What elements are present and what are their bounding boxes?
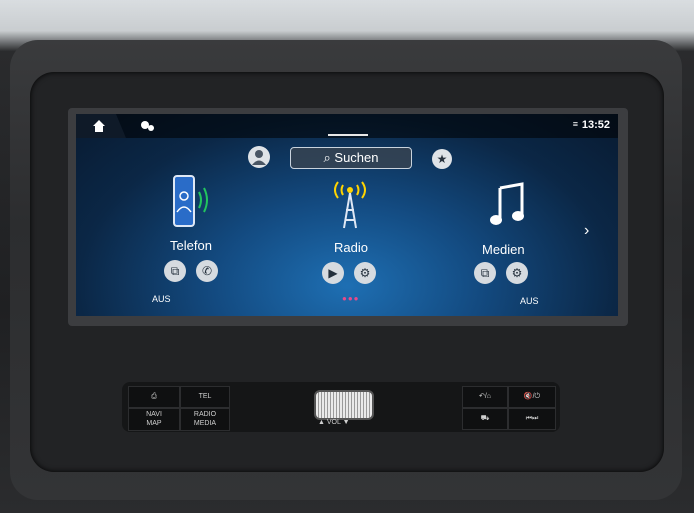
radio-media-button[interactable]: RADIO MEDIA — [180, 408, 230, 431]
gear-icon: ⚙ — [359, 266, 371, 280]
navi-map-button[interactable]: NAVI MAP — [128, 408, 180, 431]
volume-label: ▲ VOL ▼ — [318, 419, 350, 426]
signal-icon: ≡ — [572, 119, 578, 129]
favorites-button[interactable]: ★ — [432, 149, 452, 169]
notification-icon[interactable] — [140, 119, 156, 133]
vol-up-mark: ▼ — [342, 419, 350, 426]
search-icon: ⌕ — [323, 150, 331, 165]
camera-button[interactable]: ⎙ — [128, 386, 180, 408]
tel-button[interactable]: TEL — [180, 386, 230, 408]
vehicle-button[interactable]: ⛟ — [462, 408, 508, 430]
mute-power-icon: 🔇/⏻ — [523, 393, 541, 400]
radio-settings-button[interactable]: ⚙ — [354, 262, 376, 284]
page-indicator: ●●● — [342, 294, 360, 303]
car-icon: ⛟ — [480, 415, 490, 422]
call-icon: ✆ — [201, 264, 213, 278]
medien-status: AUS — [520, 296, 539, 306]
skip-icon: ⏮⏭ — [525, 415, 539, 422]
tile-telefon-label: Telefon — [170, 238, 212, 253]
phone-devices-button[interactable]: ⧉ — [164, 260, 186, 282]
media-settings-button[interactable]: ⚙ — [506, 262, 528, 284]
phone-icon — [173, 175, 208, 227]
radio-antenna-icon — [334, 181, 366, 229]
tile-radio-label: Radio — [334, 240, 368, 255]
play-icon: ▶ — [328, 266, 338, 280]
home-icon[interactable] — [92, 119, 106, 133]
infotainment-screen: ≡ 13:52 ⌕ Suchen ★ Telefon ⧉ ✆ AUS Radio… — [76, 114, 618, 316]
next-page-chevron-icon[interactable]: › — [584, 222, 589, 240]
back-home-button[interactable]: ↶/⌂ — [462, 386, 508, 408]
search-button[interactable]: ⌕ Suchen — [290, 147, 412, 169]
clock: 13:52 — [581, 119, 610, 131]
user-icon — [252, 150, 266, 165]
back-home-icon: ↶/⌂ — [478, 393, 492, 400]
pull-down-handle[interactable] — [328, 134, 368, 136]
user-profile-button[interactable] — [248, 146, 270, 168]
devices-icon: ⧉ — [480, 266, 490, 280]
vol-down-mark: ▲ — [318, 419, 325, 426]
telefon-status: AUS — [152, 294, 171, 304]
mute-power-button[interactable]: 🔇/⏻ — [508, 386, 556, 408]
music-note-icon — [490, 182, 524, 225]
devices-icon: ⧉ — [170, 264, 180, 278]
phone-call-button[interactable]: ✆ — [196, 260, 218, 282]
vol-text: VOL — [326, 419, 341, 426]
search-label: Suchen — [334, 150, 379, 165]
camera-icon: ⎙ — [151, 393, 157, 400]
star-icon: ★ — [436, 152, 448, 166]
control-console: ⎙ TEL NAVI MAP RADIO MEDIA ▲ VOL ▼ ↶/⌂ 🔇… — [122, 382, 560, 432]
gear-icon: ⚙ — [511, 266, 523, 280]
volume-knob[interactable] — [314, 390, 374, 420]
tile-medien-label: Medien — [482, 242, 525, 257]
track-skip-button[interactable]: ⏮⏭ — [508, 408, 556, 430]
radio-play-button[interactable]: ▶ — [322, 262, 344, 284]
media-devices-button[interactable]: ⧉ — [474, 262, 496, 284]
